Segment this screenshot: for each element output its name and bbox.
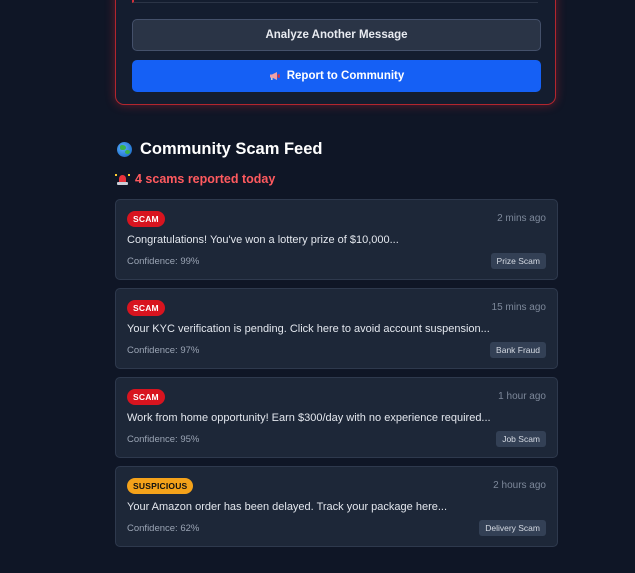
- feed-item[interactable]: SCAM 1 hour ago Work from home opportuni…: [115, 377, 558, 458]
- analyze-another-button[interactable]: Analyze Another Message: [132, 19, 541, 51]
- result-detail-bar: [132, 0, 538, 3]
- feed-title: Community Scam Feed: [117, 140, 322, 159]
- feed-item-time: 15 mins ago: [491, 302, 546, 313]
- scam-badge: SCAM: [127, 211, 165, 227]
- feed-item-message: Congratulations! You've won a lottery pr…: [127, 234, 399, 246]
- feed-item-confidence: Confidence: 97%: [127, 345, 200, 356]
- suspicious-badge: SUSPICIOUS: [127, 478, 194, 494]
- analyze-another-label: Analyze Another Message: [265, 29, 408, 41]
- reported-today-text: 4 scams reported today: [135, 172, 276, 186]
- report-to-community-label: Report to Community: [286, 70, 405, 82]
- feed-item-category: Prize Scam: [490, 253, 546, 269]
- report-to-community-button[interactable]: Report to Community: [132, 60, 541, 92]
- feed-item[interactable]: SUSPICIOUS 2 hours ago Your Amazon order…: [115, 466, 558, 547]
- feed-item[interactable]: SCAM 2 mins ago Congratulations! You've …: [115, 199, 558, 280]
- feed-item-confidence: Confidence: 95%: [127, 434, 200, 445]
- analysis-result-card: Analyze Another Message Report to Commun…: [115, 0, 556, 105]
- reported-today: 4 scams reported today: [115, 172, 276, 186]
- feed-item-category: Job Scam: [496, 431, 546, 447]
- globe-icon: [117, 142, 132, 157]
- scam-feed-list: SCAM 2 mins ago Congratulations! You've …: [115, 199, 558, 555]
- feed-item-confidence: Confidence: 62%: [127, 523, 200, 534]
- feed-item[interactable]: SCAM 15 mins ago Your KYC verification i…: [115, 288, 558, 369]
- scam-badge: SCAM: [127, 389, 165, 405]
- feed-title-text: Community Scam Feed: [140, 140, 323, 158]
- scam-badge: SCAM: [127, 300, 165, 316]
- megaphone-icon: [269, 71, 281, 81]
- feed-item-message: Your Amazon order has been delayed. Trac…: [127, 501, 448, 513]
- feed-item-category: Bank Fraud: [490, 342, 546, 358]
- feed-item-time: 2 mins ago: [497, 213, 546, 224]
- siren-icon: [115, 173, 130, 185]
- feed-item-time: 1 hour ago: [498, 391, 546, 402]
- feed-item-time: 2 hours ago: [493, 480, 546, 491]
- feed-item-message: Your KYC verification is pending. Click …: [127, 323, 490, 335]
- feed-item-category: Delivery Scam: [479, 520, 546, 536]
- page: Analyze Another Message Report to Commun…: [0, 0, 635, 573]
- feed-item-confidence: Confidence: 99%: [127, 256, 200, 267]
- feed-item-message: Work from home opportunity! Earn $300/da…: [127, 412, 491, 424]
